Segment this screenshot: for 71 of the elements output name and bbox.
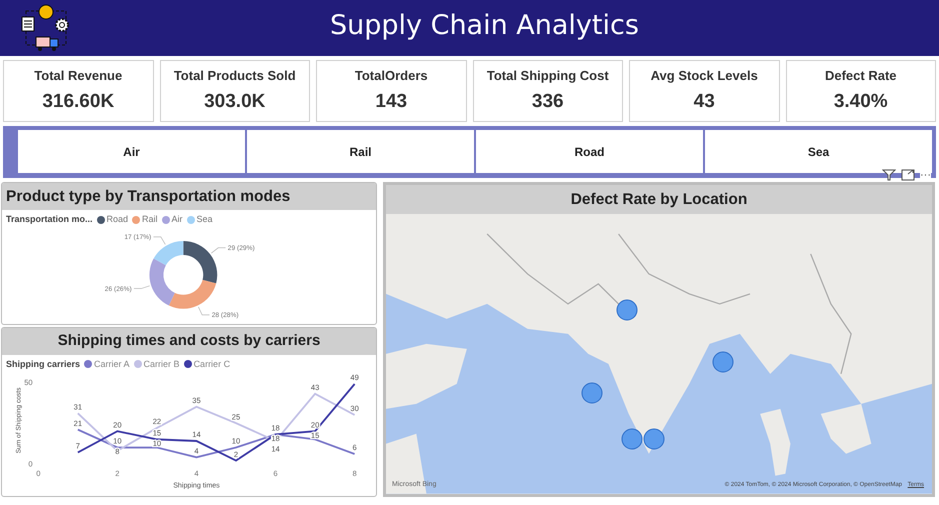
data-label: 31 [74, 402, 82, 412]
data-label: 4 [194, 446, 199, 456]
data-label: 10 [152, 439, 162, 448]
data-label: 14 [271, 444, 280, 454]
x-tick-label: 6 [273, 469, 278, 478]
kpi-value: 143 [375, 90, 408, 114]
y-tick-label: 50 [24, 378, 33, 388]
data-label: 10 [232, 436, 240, 446]
panel-title: Defect Rate by Location [386, 185, 932, 214]
data-label: 18 [271, 434, 280, 444]
kpi-value: 43 [694, 90, 715, 114]
data-label: 18 [271, 424, 280, 433]
x-tick-label: 4 [194, 469, 199, 478]
kpi-value: 336 [532, 90, 564, 114]
legend-item: Carrier C [184, 358, 230, 371]
x-tick-label: 2 [115, 469, 120, 478]
kpi-label: Total Revenue [34, 67, 122, 85]
data-label: 15 [310, 430, 320, 440]
data-label: 10 [113, 436, 122, 446]
x-tick-label: 0 [36, 469, 40, 478]
focus-mode-icon[interactable] [901, 169, 915, 181]
panel-title: Shipping times and costs by carriers [2, 328, 376, 354]
map-marker[interactable] [581, 382, 603, 404]
leader-line [153, 236, 166, 245]
data-label: 49 [350, 373, 359, 382]
legend-title: Transportation mo... [6, 213, 93, 226]
data-label: 14 [192, 430, 201, 440]
kpi-value: 303.0K [204, 90, 266, 114]
map-marker[interactable] [616, 299, 638, 322]
legend-item: Sea [186, 213, 213, 227]
slicer-button[interactable]: Sea [705, 130, 932, 173]
data-label: 15 [152, 428, 162, 438]
kpi-label: Defect Rate [824, 67, 897, 85]
data-label: 30 [350, 404, 359, 414]
filter-icon[interactable] [882, 169, 896, 181]
dashboard-title: Supply Chain Analytics [330, 9, 639, 43]
legend-item: Carrier A [84, 358, 130, 371]
data-label: 2 [234, 450, 238, 459]
kpi-value: 316.60K [42, 90, 114, 114]
slicer-button[interactable]: Road [476, 130, 703, 173]
x-tick-label: 8 [352, 469, 357, 478]
legend-item: Air [162, 213, 183, 227]
data-label: 22 [152, 417, 162, 426]
y-tick-label: 0 [28, 460, 33, 469]
data-label: 20 [310, 420, 320, 430]
map-marker[interactable] [621, 428, 643, 450]
legend-item: Carrier B [134, 358, 180, 371]
data-label: 25 [232, 412, 240, 422]
slicer-button[interactable]: Air [18, 130, 245, 173]
kpi-label: Total Products Sold [174, 67, 296, 85]
legend-item: Road [96, 213, 128, 227]
leader-line [198, 306, 210, 315]
slicer-button[interactable]: Rail [247, 130, 474, 173]
kpi-label: TotalOrders [354, 67, 428, 85]
data-label: 20 [113, 420, 122, 430]
legend-title: Shipping carriers [6, 358, 80, 371]
kpi-label: Avg Stock Levels [650, 67, 758, 85]
kpi-label: Total Shipping Cost [486, 67, 609, 85]
leader-line [210, 247, 226, 254]
data-label: 35 [192, 396, 201, 405]
data-label: 43 [310, 382, 320, 392]
data-label: 21 [74, 418, 82, 428]
panel-title: Product type by Transportation modes [2, 183, 376, 210]
map-marker[interactable] [643, 428, 665, 450]
data-label: 7 [76, 442, 80, 451]
legend-item: Rail [132, 213, 158, 227]
kpi-value: 3.40% [834, 90, 888, 114]
data-label: 8 [115, 447, 120, 456]
data-label: 6 [352, 443, 357, 452]
map-marker[interactable] [712, 351, 734, 374]
leader-line [134, 285, 150, 289]
